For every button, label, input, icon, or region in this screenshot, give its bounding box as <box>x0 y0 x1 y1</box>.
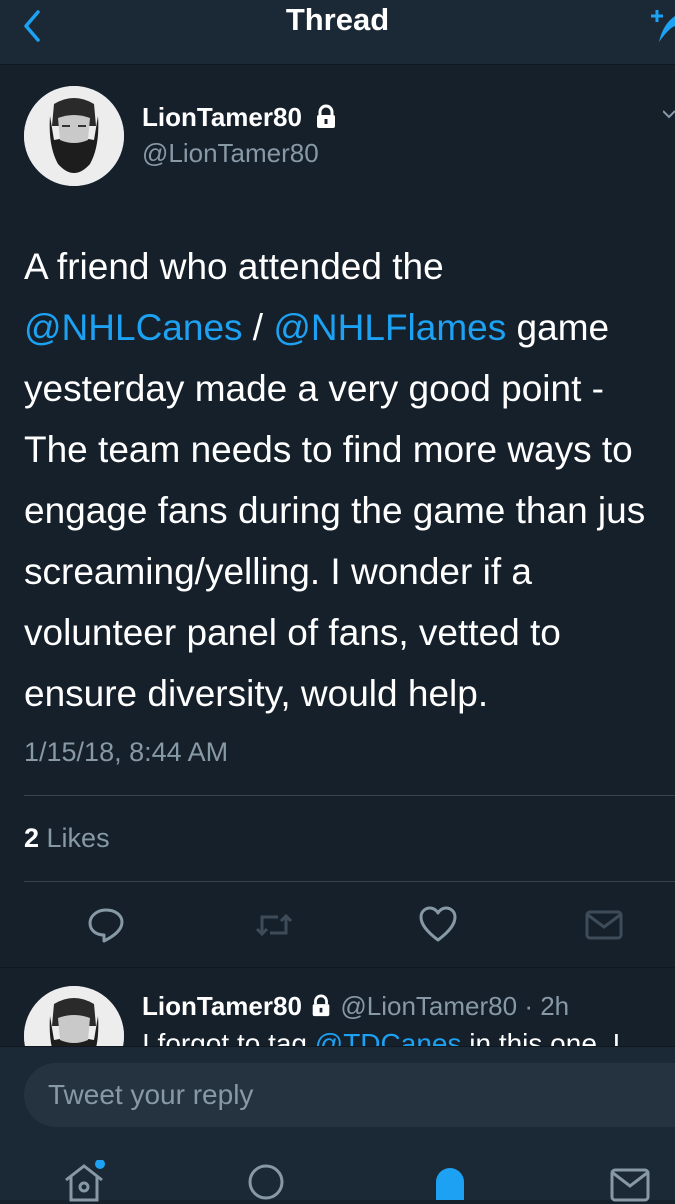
search-icon[interactable] <box>244 1160 288 1204</box>
tweet-author-handle[interactable]: @LionTamer80 <box>142 138 319 169</box>
reply-handle: @LionTamer80 <box>340 991 518 1021</box>
reply-author[interactable]: LionTamer80 @LionTamer80 · 2h <box>142 991 569 1022</box>
reply-text: I forgot to tag @TDCanes in this one. I <box>142 1028 620 1048</box>
avatar[interactable] <box>24 86 124 186</box>
page-title: Thread <box>285 2 390 37</box>
heart-icon[interactable] <box>418 905 458 945</box>
mention-link[interactable]: @NHLCanes <box>24 307 243 348</box>
tweet-line: screaming/yelling. I wonder if a <box>24 551 532 592</box>
reply-display-name: LionTamer80 <box>142 991 302 1021</box>
reply-avatar[interactable] <box>24 986 124 1048</box>
separator: / <box>242 307 274 348</box>
home-icon[interactable] <box>62 1160 106 1204</box>
retweet-icon[interactable] <box>254 905 294 945</box>
compose-icon[interactable] <box>647 2 675 46</box>
tweet-line: yesterday made a very good point - <box>24 368 604 409</box>
direct-message-icon[interactable] <box>584 905 624 945</box>
likes-count[interactable]: 2 Likes <box>24 823 110 854</box>
tab-bar <box>0 1146 675 1202</box>
tweet-line: The team needs to find more ways to <box>24 429 633 470</box>
notifications-icon[interactable] <box>428 1160 472 1204</box>
divider <box>24 881 675 882</box>
tweet-timestamp: 1/15/18, 8:44 AM <box>24 737 229 767</box>
chevron-down-icon[interactable] <box>663 108 675 120</box>
tweet-line: @NHLCanes / @NHLFlames game <box>24 297 675 358</box>
reply-icon[interactable] <box>86 905 126 945</box>
mention-link[interactable]: @NHLFlames <box>273 307 506 348</box>
reply-tweet[interactable]: LionTamer80 @LionTamer80 · 2h I forgot t… <box>0 967 675 1048</box>
tweet-line: volunteer panel of fans, vetted to <box>24 612 561 653</box>
likes-number: 2 <box>24 823 40 853</box>
messages-icon[interactable] <box>608 1160 652 1204</box>
mention-link[interactable]: @TDCanes <box>315 1028 462 1048</box>
tweet-author-name[interactable]: LionTamer80 <box>142 102 339 133</box>
reply-time: · 2h <box>517 991 570 1021</box>
reply-text-end: in this one. I <box>461 1028 621 1048</box>
reply-input[interactable] <box>24 1063 675 1127</box>
author-display-name: LionTamer80 <box>142 102 302 132</box>
tweet-line: engage fans during the game than jus <box>24 490 646 531</box>
lock-icon <box>317 104 336 129</box>
likes-label: Likes <box>39 823 110 853</box>
tweet-text: A friend who attended the @NHLCanes / @N… <box>24 236 675 724</box>
divider <box>24 795 675 796</box>
reply-text-start: I forgot to tag <box>142 1028 315 1048</box>
top-bar: Thread <box>0 0 675 65</box>
tweet-line: ensure diversity, would help. <box>24 673 489 714</box>
lock-icon <box>312 994 330 1017</box>
tweet-line-tail: game <box>506 307 610 348</box>
reply-compose-bar <box>0 1046 675 1147</box>
tweet-line: A friend who attended the <box>24 246 444 287</box>
